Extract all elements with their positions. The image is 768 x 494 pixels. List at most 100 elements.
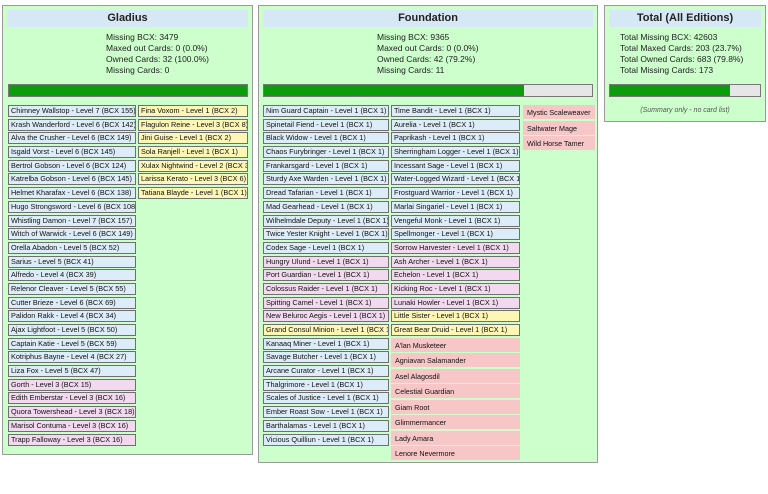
card-item: Mad Gearhead - Level 1 (BCX 1) xyxy=(263,200,389,213)
card-item: Ash Archer - Level 1 (BCX 1) xyxy=(391,255,520,268)
card-item: Ajax Lightfoot - Level 5 (BCX 50) xyxy=(8,324,136,336)
missing-card: Mystic Scaleweaver xyxy=(523,105,595,119)
missing-card: Giam Root xyxy=(391,399,520,414)
card-item: Sherringham Logger - Level 1 (BCX 1) xyxy=(391,146,520,159)
gladius-title: Gladius xyxy=(7,10,248,27)
card-item: Helmet Kharafax - Level 6 (BCX 138) xyxy=(8,187,136,200)
card-item: Wilhelmdale Deputy - Level 1 (BCX 1) xyxy=(263,214,389,227)
card-item: Gorth - Level 3 (BCX 15) xyxy=(8,378,136,391)
foundation-owned-cards: Owned Cards: 42 (79.2%) xyxy=(377,54,476,64)
card-item: Captain Katie - Level 5 (BCX 59) xyxy=(8,337,136,350)
card-item: Colossus Raider - Level 1 (BCX 1) xyxy=(263,282,389,295)
total-progress-bar xyxy=(609,84,761,97)
gladius-stats: Missing BCX: 3479 Maxed out Cards: 0 (0.… xyxy=(106,32,209,76)
gladius-maxed-cards: Maxed out Cards: 0 (0.0%) xyxy=(106,43,208,53)
card-item: Alva the Crusher - Level 6 (BCX 149) xyxy=(8,132,136,145)
foundation-missing-bcx: Missing BCX: 9365 xyxy=(377,32,450,42)
card-item: Chimney Wallstop - Level 7 (BCX 155) xyxy=(8,105,136,117)
missing-card: A'lan Musketeer xyxy=(391,337,520,352)
card-item: Hugo Strongsword - Level 6 (BCX 108) xyxy=(8,200,136,213)
card-item: Sorrow Harvester - Level 1 (BCX 1) xyxy=(391,241,520,254)
card-item: Kicking Roc - Level 1 (BCX 1) xyxy=(391,282,520,295)
card-item: Edith Emberstar - Level 3 (BCX 16) xyxy=(8,392,136,405)
foundation-maxed-cards: Maxed out Cards: 0 (0.0%) xyxy=(377,43,479,53)
card-item: Little Sister - Level 1 (BCX 1) xyxy=(391,310,520,323)
card-item: Cutter Brieze - Level 6 (BCX 69) xyxy=(8,296,136,309)
card-item: Whistling Damon - Level 7 (BCX 157) xyxy=(8,214,136,227)
card-item: Grand Consul Minion - Level 1 (BCX 1) xyxy=(263,324,389,336)
card-item: Krash Wanderford - Level 6 (BCX 142) xyxy=(8,118,136,131)
total-missing-cards: Total Missing Cards: 173 xyxy=(620,65,714,75)
card-item: Hungry Ulund - Level 1 (BCX 1) xyxy=(263,255,389,268)
card-item: Water-Logged Wizard - Level 1 (BCX 1) xyxy=(391,173,520,186)
card-item: Marlai Singariel - Level 1 (BCX 1) xyxy=(391,200,520,213)
missing-card: Lenore Nevermore xyxy=(391,446,520,461)
missing-card: Agniavan Salamander xyxy=(391,353,520,368)
card-item: Tatiana Blayde - Level 1 (BCX 1) xyxy=(138,187,248,200)
card-item: Aurelia - Level 1 (BCX 1) xyxy=(391,118,520,131)
card-item: Marisol Contuma - Level 3 (BCX 16) xyxy=(8,419,136,432)
gladius-card-list-2: Fina Voxom - Level 1 (BCX 2) Flagulon Rei… xyxy=(138,105,248,201)
card-item: Kanaaq Miner - Level 1 (BCX 1) xyxy=(263,337,389,350)
card-item: Fina Voxom - Level 1 (BCX 2) xyxy=(138,105,248,117)
card-item: Arcane Curator - Level 1 (BCX 1) xyxy=(263,365,389,378)
total-stats: Total Missing BCX: 42603 Total Maxed Car… xyxy=(620,32,743,76)
card-item: Kotriphus Bayne - Level 4 (BCX 27) xyxy=(8,351,136,364)
card-item: Sturdy Axe Warden - Level 1 (BCX 1) xyxy=(263,173,389,186)
missing-card: Celestial Guardian xyxy=(391,384,520,399)
card-item: Bertrol Gobson - Level 6 (BCX 124) xyxy=(8,159,136,172)
card-item: Vicious Quilliun - Level 1 (BCX 1) xyxy=(263,433,389,446)
card-item: Quora Towershead - Level 3 (BCX 18) xyxy=(8,406,136,419)
card-item: Sola Ranjell - Level 1 (BCX 1) xyxy=(138,146,248,159)
card-item: Katrelba Gobson - Level 6 (BCX 145) xyxy=(8,173,136,186)
card-item: Echelon - Level 1 (BCX 1) xyxy=(391,269,520,282)
foundation-progress-bar xyxy=(263,84,593,97)
foundation-card-list-3: Mystic Scaleweaver Saltwater Mage Wild Hor… xyxy=(523,105,595,152)
foundation-missing-cards: Missing Cards: 11 xyxy=(377,65,445,75)
card-item: Savage Butcher - Level 1 (BCX 1) xyxy=(263,351,389,364)
missing-card: Lady Amara xyxy=(391,430,520,445)
total-maxed-cards: Total Maxed Cards: 203 (23.7%) xyxy=(620,43,742,53)
card-item: Isgald Vorst - Level 6 (BCX 145) xyxy=(8,146,136,159)
card-item: Barthalamas - Level 1 (BCX 1) xyxy=(263,419,389,432)
missing-card: Asel Alagosdil xyxy=(391,368,520,383)
card-item: Twice Yester Knight - Level 1 (BCX 1) xyxy=(263,228,389,241)
card-item: Thalgrimore - Level 1 (BCX 1) xyxy=(263,378,389,391)
card-item: Spellmonger - Level 1 (BCX 1) xyxy=(391,228,520,241)
card-item: Flagulon Reine - Level 3 (BCX 8) xyxy=(138,118,248,131)
foundation-panel: Foundation Missing BCX: 9365 Maxed out C… xyxy=(258,5,598,463)
total-missing-bcx: Total Missing BCX: 42603 xyxy=(620,32,718,42)
card-item: Port Guardian - Level 1 (BCX 1) xyxy=(263,269,389,282)
card-item: Liza Fox - Level 5 (BCX 47) xyxy=(8,365,136,378)
total-owned-cards: Total Owned Cards: 683 (79.8%) xyxy=(620,54,744,64)
card-item: Witch of Warwick - Level 6 (BCX 149) xyxy=(8,228,136,241)
card-item: Codex Sage - Level 1 (BCX 1) xyxy=(263,241,389,254)
gladius-missing-bcx: Missing BCX: 3479 xyxy=(106,32,179,42)
card-item: Chaos Furybringer - Level 1 (BCX 1) xyxy=(263,146,389,159)
foundation-card-list-2: Time Bandit - Level 1 (BCX 1) Aurelia - L… xyxy=(391,105,520,462)
card-item: Ember Roast Sow - Level 1 (BCX 1) xyxy=(263,406,389,419)
card-item: New Beluroc Aegis - Level 1 (BCX 1) xyxy=(263,310,389,323)
gladius-owned-cards: Owned Cards: 32 (100.0%) xyxy=(106,54,209,64)
card-item: Black Widow - Level 1 (BCX 1) xyxy=(263,132,389,145)
total-title: Total (All Editions) xyxy=(609,10,761,27)
card-item: Lunaki Howler - Level 1 (BCX 1) xyxy=(391,296,520,309)
card-item: Nim Guard Captain - Level 1 (BCX 1) xyxy=(263,105,389,117)
gladius-missing-cards: Missing Cards: 0 xyxy=(106,65,170,75)
total-panel: Total (All Editions) Total Missing BCX: … xyxy=(604,5,766,122)
card-item: Trapp Falloway - Level 3 (BCX 16) xyxy=(8,433,136,446)
total-summary-note: (Summary only - no card list) xyxy=(640,107,730,114)
gladius-progress-fill xyxy=(9,85,247,96)
card-item: Sarius - Level 5 (BCX 41) xyxy=(8,255,136,268)
card-item: Alfredo - Level 4 (BCX 39) xyxy=(8,269,136,282)
missing-card: Saltwater Mage xyxy=(523,120,595,135)
foundation-progress-fill xyxy=(264,85,524,96)
card-item: Orella Abadon - Level 5 (BCX 52) xyxy=(8,241,136,254)
gladius-card-list-1: Chimney Wallstop - Level 7 (BCX 155) Kras… xyxy=(8,105,136,447)
missing-card: Glimmermancer xyxy=(391,415,520,430)
card-item: Frostguard Warrior - Level 1 (BCX 1) xyxy=(391,187,520,200)
gladius-panel: Gladius Missing BCX: 3479 Maxed out Card… xyxy=(2,5,253,455)
foundation-card-list-1: Nim Guard Captain - Level 1 (BCX 1) Spine… xyxy=(263,105,389,447)
gladius-progress-bar xyxy=(8,84,248,97)
card-item: Great Bear Druid - Level 1 (BCX 1) xyxy=(391,324,520,336)
